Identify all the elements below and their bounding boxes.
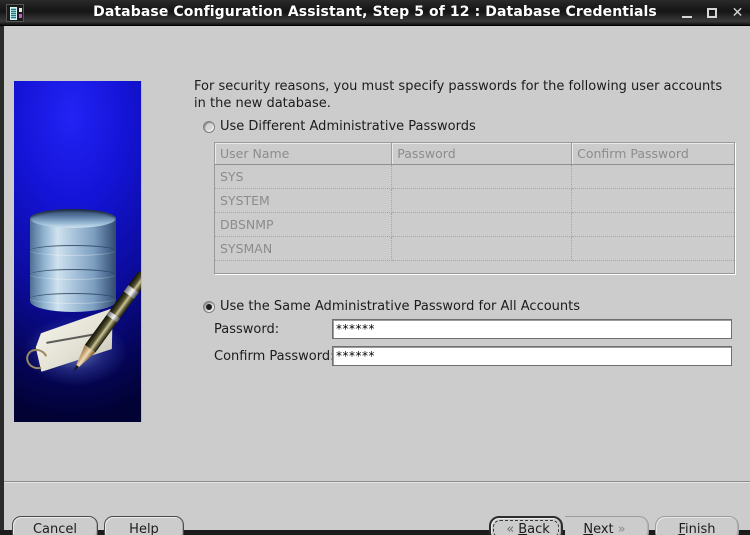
credentials-table[interactable]: User Name Password Confirm Password SYS …	[214, 142, 735, 274]
password-input[interactable]	[332, 319, 732, 339]
maximize-icon[interactable]	[706, 6, 719, 20]
table-row[interactable]: SYSMAN	[215, 236, 734, 261]
cell-confirm-password[interactable]	[571, 212, 734, 237]
next-button-label: Next	[583, 521, 614, 535]
finish-button[interactable]: Finish	[655, 516, 739, 535]
back-button[interactable]: « Back	[489, 516, 563, 535]
table-row[interactable]: SYS	[215, 164, 734, 189]
column-header-confirm-password[interactable]: Confirm Password	[571, 143, 734, 165]
radio-same-indicator[interactable]	[203, 300, 215, 313]
focus-indicator	[493, 520, 559, 535]
window-title: Database Configuration Assistant, Step 5…	[93, 4, 657, 20]
column-header-password[interactable]: Password	[391, 143, 573, 165]
radio-use-same-password[interactable]: Use the Same Administrative Password for…	[203, 299, 580, 314]
cancel-button-label: Cancel	[32, 521, 78, 535]
table-row[interactable]: DBSNMP	[215, 212, 734, 237]
password-field-row: Password:	[214, 319, 732, 339]
table-header-row: User Name Password Confirm Password	[215, 143, 734, 165]
database-configuration-assistant-window: Database Configuration Assistant, Step 5…	[0, 0, 750, 535]
minimize-icon[interactable]	[681, 6, 694, 20]
window-controls: ✕	[681, 0, 744, 26]
confirm-password-label: Confirm Password:	[214, 348, 335, 364]
sidebar-graphic	[14, 81, 142, 422]
radio-different-label: Use Different Administrative Passwords	[220, 119, 476, 134]
confirm-password-input[interactable]	[332, 346, 732, 366]
database-cylinder-icon	[30, 209, 116, 317]
cell-confirm-password[interactable]	[571, 188, 734, 213]
window-body: For security reasons, you must specify p…	[0, 26, 750, 535]
footer-divider	[4, 481, 750, 483]
password-label: Password:	[214, 321, 280, 337]
help-button[interactable]: Help	[104, 516, 184, 535]
radio-different-indicator[interactable]	[203, 120, 215, 133]
cell-confirm-password[interactable]	[571, 236, 734, 261]
close-icon[interactable]: ✕	[731, 6, 744, 20]
cell-password[interactable]	[391, 236, 573, 261]
cell-user-name[interactable]: SYSTEM	[215, 188, 393, 213]
help-button-label: Help	[129, 521, 159, 535]
column-header-user-name[interactable]: User Name	[215, 143, 393, 165]
cell-user-name[interactable]: SYS	[215, 164, 393, 189]
cell-password[interactable]	[391, 164, 573, 189]
cell-user-name[interactable]: SYSMAN	[215, 236, 393, 261]
instruction-text: For security reasons, you must specify p…	[194, 79, 723, 111]
finish-button-label: Finish	[678, 521, 716, 535]
cell-password[interactable]	[391, 188, 573, 213]
cancel-button[interactable]: Cancel	[12, 516, 98, 535]
radio-use-different-passwords[interactable]: Use Different Administrative Passwords	[203, 119, 476, 134]
confirm-password-field-row: Confirm Password:	[214, 346, 732, 366]
radio-same-label: Use the Same Administrative Password for…	[220, 299, 581, 314]
chevron-right-icon: »	[617, 521, 626, 535]
table-row[interactable]: SYSTEM	[215, 188, 734, 213]
cell-confirm-password[interactable]	[571, 164, 734, 189]
cell-user-name[interactable]: DBSNMP	[215, 212, 393, 237]
next-button[interactable]: Next »	[565, 516, 649, 535]
cell-password[interactable]	[391, 212, 573, 237]
window-left-border	[0, 26, 4, 535]
title-bar[interactable]: Database Configuration Assistant, Step 5…	[0, 0, 750, 26]
